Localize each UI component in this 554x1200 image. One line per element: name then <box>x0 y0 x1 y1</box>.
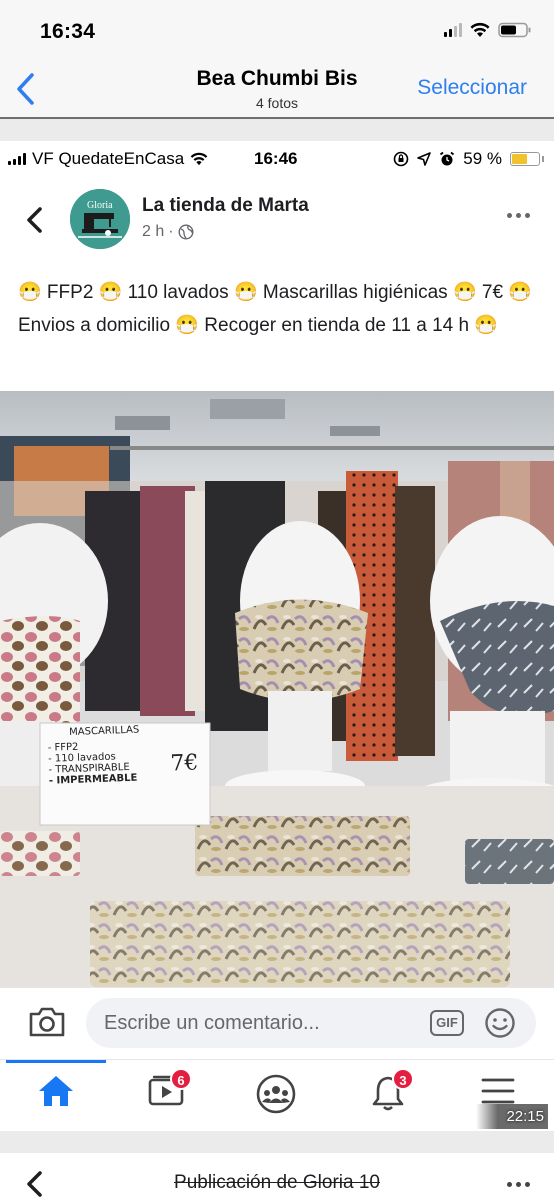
groups-icon <box>256 1074 296 1114</box>
post-photo[interactable]: MASCARILLAS - FFP2 - 110 lavados - TRANS… <box>0 391 554 987</box>
chevron-left-icon <box>27 207 42 233</box>
page-avatar[interactable]: Gloria <box>70 189 130 249</box>
post-header: Gloria La tienda de Marta 2 h · <box>0 181 554 251</box>
smiley-icon <box>485 1008 515 1038</box>
alarm-icon <box>440 151 455 166</box>
dot <box>525 213 530 218</box>
battery-icon <box>510 152 540 166</box>
bottom-post-bar: Publicación de Gloria 10 <box>0 1153 554 1200</box>
battery-nub <box>542 156 544 162</box>
post-more-button[interactable] <box>507 213 530 218</box>
screen-lock-icon <box>393 151 409 167</box>
post-text: 😷 FFP2 😷 110 lavados 😷 Mascarillas higié… <box>18 282 532 336</box>
post-meta: 2 h · <box>142 223 194 241</box>
emoji-button[interactable] <box>484 1007 516 1044</box>
inner-status-left: VF QuedateEnCasa <box>8 149 208 169</box>
dot <box>525 1182 530 1187</box>
bottom-post-title[interactable]: Publicación de Gloria 10 <box>0 1172 554 1194</box>
ios-status-bar: 16:34 <box>0 0 554 62</box>
post-back-button[interactable] <box>26 207 44 238</box>
bottom-tab-bar: 6 3 22:15 <box>0 1059 554 1131</box>
page-name[interactable]: La tienda de Marta <box>142 195 309 217</box>
carrier-name: VF QuedateEnCasa <box>32 149 185 168</box>
photos-nav-bar: Bea Chumbi Bis 4 fotos Seleccionar <box>0 62 554 118</box>
photo-gap-bottom <box>0 1131 554 1153</box>
sewing-machine-logo: Gloria <box>70 189 130 249</box>
home-icon <box>39 1076 73 1106</box>
tab-groups[interactable] <box>246 1074 306 1118</box>
svg-text:Gloria: Gloria <box>87 200 113 211</box>
comment-placeholder: Escribe un comentario... <box>104 1012 320 1034</box>
dot <box>516 1182 521 1187</box>
active-tab-indicator <box>6 1060 106 1063</box>
wifi-icon <box>190 152 208 166</box>
cellular-signal-icon <box>8 153 26 165</box>
camera-button[interactable] <box>28 1006 66 1043</box>
cellular-signal-icon <box>444 23 462 37</box>
price-sign-text: MASCARILLAS - FFP2 - 110 lavados - TRANS… <box>47 722 209 787</box>
screenshot-image: VF QuedateEnCasa 16:46 59 % Gloria La ti… <box>0 141 554 1131</box>
camera-icon <box>29 1007 65 1037</box>
wifi-icon <box>470 22 490 37</box>
photo-gap-top <box>0 119 554 141</box>
meta-separator: · <box>168 223 174 240</box>
sign-price: 7€ <box>169 750 199 777</box>
inner-status-time: 16:46 <box>254 149 298 168</box>
bottom-more-button[interactable] <box>507 1182 530 1187</box>
dot <box>507 1182 512 1187</box>
select-button[interactable]: Seleccionar <box>417 76 527 100</box>
battery-percent: 59 % <box>463 149 502 168</box>
battery-icon <box>498 22 531 38</box>
watch-badge: 6 <box>170 1068 192 1090</box>
video-timestamp: 22:15 <box>476 1104 548 1129</box>
tab-watch[interactable]: 6 <box>136 1068 196 1118</box>
comment-bar: Escribe un comentario... GIF <box>0 987 554 1057</box>
location-icon <box>417 152 432 166</box>
masks-photo-illustration <box>0 391 554 987</box>
hamburger-menu-icon <box>481 1078 515 1104</box>
inner-status-bar: VF QuedateEnCasa 16:46 59 % <box>0 141 554 175</box>
notifications-badge: 3 <box>392 1068 414 1090</box>
comment-input[interactable]: Escribe un comentario... GIF <box>86 998 536 1048</box>
tab-home[interactable] <box>26 1074 86 1118</box>
status-time: 16:34 <box>40 20 96 43</box>
post-time[interactable]: 2 h <box>142 223 164 241</box>
globe-icon <box>178 224 194 240</box>
status-icons <box>444 22 532 38</box>
gif-button[interactable]: GIF <box>430 1010 464 1036</box>
inner-status-right: 59 % <box>393 149 544 169</box>
dot <box>516 213 521 218</box>
dot <box>507 213 512 218</box>
tab-notifications[interactable]: 3 <box>358 1068 418 1118</box>
